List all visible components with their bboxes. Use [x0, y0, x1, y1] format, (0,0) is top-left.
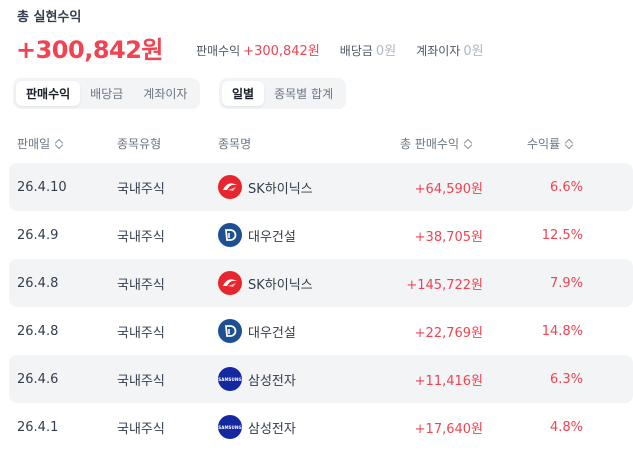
row-stock-name: SK하이닉스	[248, 181, 313, 197]
daewoo-icon	[218, 223, 242, 247]
sk-hynix-icon	[218, 271, 242, 295]
interest-summary: 계좌이자 0원	[416, 40, 483, 59]
row-stock-name: 삼성전자	[248, 421, 296, 437]
daewoo-icon	[218, 319, 242, 343]
sales-label: 판매수익	[196, 44, 241, 58]
row-stock: SAMSUNG 삼성전자	[218, 403, 296, 450]
row-amount: +11,416원	[414, 373, 483, 389]
sales-summary: 판매수익 +300,842원	[196, 40, 320, 59]
samsung-icon: SAMSUNG	[218, 367, 242, 391]
table-row[interactable]: 26.4.9 국내주식 대우건설 +38,705원 12.5%	[9, 211, 633, 259]
sort-icon	[55, 138, 64, 150]
row-stock: SK하이닉스	[218, 259, 313, 307]
column-amount-sort[interactable]: 총 판매수익	[400, 135, 473, 152]
samsung-logo-text: SAMSUNG	[218, 376, 242, 382]
row-date: 26.4.8	[17, 275, 59, 291]
column-date-sort[interactable]: 판매일	[17, 135, 64, 152]
tab-sales-profit[interactable]: 판매수익	[16, 81, 81, 106]
tab-daily[interactable]: 일별	[222, 81, 265, 106]
row-amount: +38,705원	[414, 229, 483, 245]
column-rate-label: 수익률	[527, 137, 561, 151]
row-date: 26.4.1	[17, 419, 59, 435]
column-type-label: 종목유형	[117, 137, 162, 151]
table-row[interactable]: 26.4.8 국내주식 SK하이닉스 +145,722원 7.9%	[9, 259, 633, 307]
dividend-value: 0원	[375, 44, 397, 59]
dividend-summary: 배당금 0원	[340, 40, 396, 59]
row-stock: SAMSUNG 삼성전자	[218, 355, 296, 403]
dividend-label: 배당금	[339, 44, 373, 58]
profit-table-body: 26.4.10 국내주식 SK하이닉스 +64,590원 6.6% 26.4.9…	[9, 163, 633, 450]
table-header: 판매일 종목유형 종목명 총 판매수익 수익률	[0, 131, 633, 155]
summary-title: 총 실현수익	[17, 10, 82, 25]
row-rate: 4.8%	[549, 419, 583, 435]
row-date: 26.4.9	[17, 227, 59, 243]
table-row[interactable]: 26.4.8 국내주식 대우건설 +22,769원 14.8%	[9, 307, 633, 355]
row-rate: 7.9%	[549, 275, 583, 291]
interest-value: 0원	[463, 44, 484, 59]
row-stock-name: 대우건설	[248, 229, 296, 245]
row-stock: 대우건설	[218, 211, 296, 259]
row-rate: 6.3%	[549, 371, 583, 387]
total-realized-profit: +300,842원	[16, 36, 164, 64]
row-rate: 6.6%	[549, 179, 583, 195]
row-stock-name: 삼성전자	[248, 373, 296, 389]
row-amount: +22,769원	[414, 325, 483, 341]
row-type: 국내주식	[117, 229, 165, 245]
column-date-label: 판매일	[17, 137, 51, 151]
row-type: 국내주식	[117, 421, 165, 437]
row-type: 국내주식	[117, 373, 165, 389]
samsung-logo-text: SAMSUNG	[218, 424, 242, 430]
tab-account-interest[interactable]: 계좌이자	[133, 81, 197, 106]
column-name-label: 종목명	[218, 137, 252, 151]
column-name: 종목명	[218, 135, 251, 152]
row-amount: +64,590원	[414, 181, 483, 197]
sales-value: +300,842원	[243, 44, 320, 59]
row-amount: +17,640원	[414, 421, 483, 437]
samsung-icon: SAMSUNG	[218, 415, 242, 439]
sk-hynix-icon	[218, 175, 242, 199]
table-row[interactable]: 26.4.1 국내주식 SAMSUNG 삼성전자 +17,640원 4.8%	[9, 403, 633, 450]
table-row[interactable]: 26.4.6 국내주식 SAMSUNG 삼성전자 +11,416원 6.3%	[9, 355, 633, 403]
column-type: 종목유형	[117, 135, 161, 152]
row-stock-name: 대우건설	[248, 325, 296, 341]
summary-breakdown: 판매수익 +300,842원 배당금 0원 계좌이자 0원	[196, 40, 504, 59]
row-type: 국내주식	[117, 325, 165, 341]
table-row[interactable]: 26.4.10 국내주식 SK하이닉스 +64,590원 6.6%	[9, 163, 633, 211]
row-stock: 대우건설	[218, 307, 296, 355]
row-date: 26.4.10	[17, 179, 67, 195]
row-type: 국내주식	[117, 277, 165, 293]
profit-type-tabs: 판매수익 배당금 계좌이자	[13, 78, 201, 109]
tab-by-stock-total[interactable]: 종목별 합계	[264, 81, 343, 106]
interest-label: 계좌이자	[416, 44, 461, 58]
row-amount: +145,722원	[406, 277, 483, 293]
row-rate: 12.5%	[541, 227, 583, 243]
tab-dividend[interactable]: 배당금	[80, 81, 133, 106]
column-rate-sort[interactable]: 수익률	[527, 135, 574, 152]
row-stock-name: SK하이닉스	[248, 277, 313, 293]
view-mode-tabs: 일별 종목별 합계	[219, 78, 347, 109]
row-stock: SK하이닉스	[218, 163, 313, 211]
sort-icon	[464, 138, 473, 150]
row-rate: 14.8%	[541, 323, 583, 339]
sort-icon	[565, 138, 574, 150]
row-type: 국내주식	[117, 181, 165, 197]
row-date: 26.4.8	[17, 323, 59, 339]
row-date: 26.4.6	[17, 371, 59, 387]
column-amount-label: 총 판매수익	[400, 137, 460, 151]
